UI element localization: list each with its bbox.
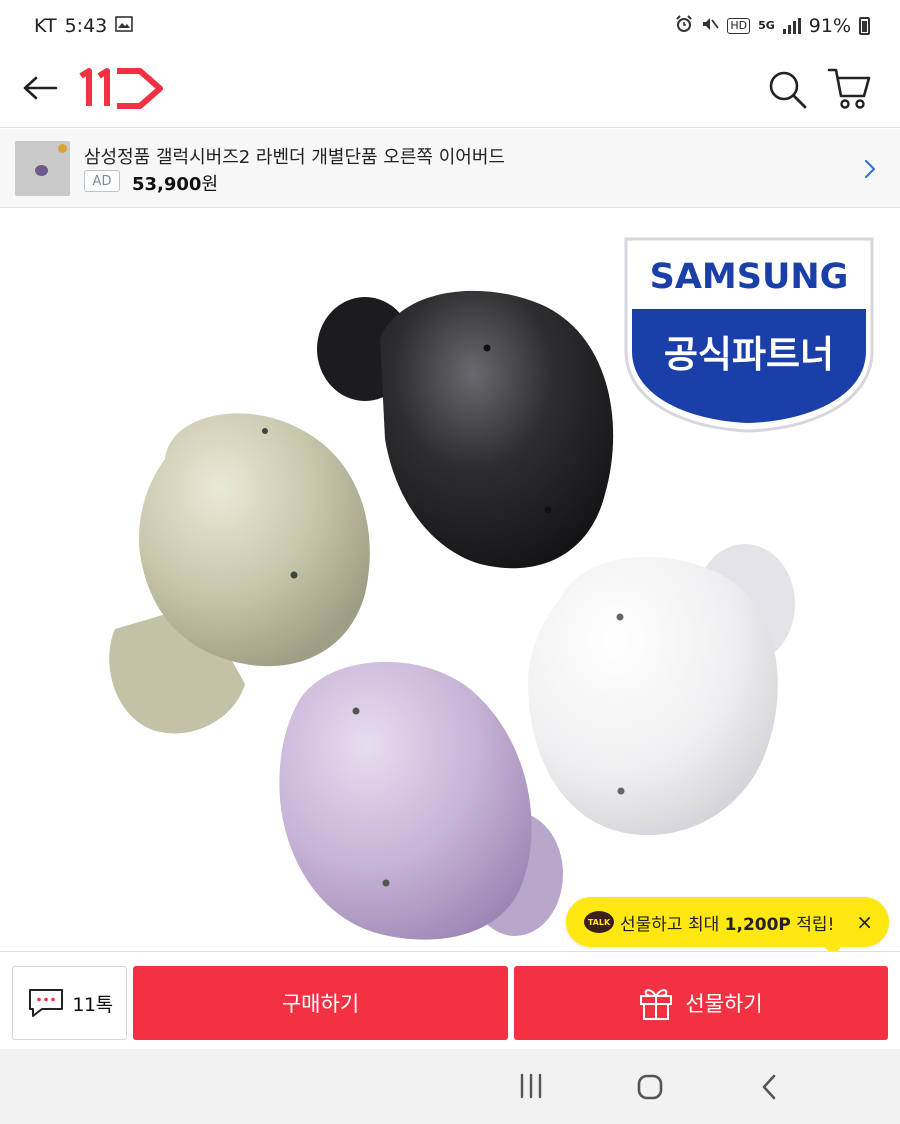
- badge-subtitle-text: 공식파트너: [664, 333, 834, 376]
- ad-product-price: 53,900원: [132, 170, 218, 196]
- close-icon[interactable]: ×: [856, 910, 873, 934]
- ad-label-badge: AD: [84, 170, 120, 192]
- earbud-thumbnail-shape: [35, 165, 48, 176]
- alarm-icon: [675, 15, 693, 37]
- system-back-button[interactable]: [758, 1073, 780, 1101]
- buy-button[interactable]: 구매하기: [133, 966, 508, 1040]
- network-type-icon: 5G: [758, 19, 775, 32]
- search-button[interactable]: [764, 66, 810, 112]
- system-navigation-bar: [0, 1049, 900, 1124]
- badge-brand-text: SAMSUNG: [650, 257, 849, 297]
- recent-apps-button[interactable]: [516, 1073, 546, 1099]
- cart-icon: [827, 68, 871, 109]
- ad-price-unit: 원: [201, 174, 219, 195]
- gift-reward-text: 선물하고 최대 1,200P 적립!: [620, 910, 834, 935]
- status-left: KT 5:43: [34, 15, 134, 37]
- gift-button-label: 선물하기: [685, 992, 763, 1016]
- bottom-action-bar: 11톡 구매하기 선물하기: [0, 951, 900, 1049]
- lavender-earbud: [279, 661, 563, 940]
- eleven-street-logo-icon: [79, 68, 163, 109]
- samsung-partner-badge: SAMSUNG 공식파트너: [620, 233, 878, 435]
- status-right: HD 5G 91%: [675, 15, 870, 37]
- ad-product-title: 삼성정품 갤럭시버즈2 라벤더 개별단품 오른쪽 이어버드: [84, 147, 505, 168]
- thumbnail-badge-icon: [58, 144, 67, 153]
- chevron-right-icon: [860, 157, 880, 181]
- search-icon: [769, 71, 807, 109]
- status-bar: KT 5:43 HD 5G 91%: [0, 0, 900, 52]
- kakaotalk-icon: TALK: [584, 911, 614, 933]
- reward-points: 1,200P: [724, 914, 791, 935]
- chat-button[interactable]: 11톡: [12, 966, 127, 1040]
- battery-icon: [859, 17, 870, 35]
- reward-text-suffix: 적립!: [790, 914, 835, 935]
- gallery-notification-icon: [115, 16, 134, 36]
- hd-voice-icon: HD: [727, 18, 751, 34]
- clock: 5:43: [64, 15, 108, 37]
- white-earbud: [527, 544, 795, 836]
- chat-button-label: 11톡: [72, 993, 113, 1016]
- app-header: [0, 52, 900, 128]
- chat-bubble-icon: [29, 989, 64, 1017]
- product-detail-screen: KT 5:43 HD 5G 91% 삼성정품 갤럭시버즈2 라벤더 개별단품 오…: [0, 0, 900, 1124]
- ad-product-thumbnail: [15, 141, 70, 196]
- arrow-left-icon: [23, 76, 58, 100]
- home-button[interactable]: [636, 1073, 664, 1101]
- recent-apps-icon: [520, 1073, 542, 1099]
- kakaotalk-gift-tooltip[interactable]: TALK 선물하고 최대 1,200P 적립! ×: [566, 897, 889, 956]
- battery-percent: 91%: [808, 15, 851, 37]
- reward-text-prefix: 선물하고 최대: [620, 914, 725, 935]
- signal-icon: [782, 18, 801, 34]
- home-icon: [637, 1074, 663, 1100]
- ad-price-value: 53,900: [132, 174, 202, 195]
- ad-banner[interactable]: 삼성정품 갤럭시버즈2 라벤더 개별단품 오른쪽 이어버드 AD 53,900원: [0, 129, 900, 208]
- carrier-label: KT: [34, 15, 57, 37]
- back-button[interactable]: [20, 68, 60, 108]
- chevron-left-icon: [762, 1074, 776, 1100]
- mute-icon: [701, 15, 720, 37]
- gift-button[interactable]: 선물하기: [514, 966, 888, 1040]
- gift-icon: [640, 989, 673, 1020]
- brand-logo[interactable]: [78, 66, 166, 112]
- cart-button[interactable]: [826, 64, 874, 114]
